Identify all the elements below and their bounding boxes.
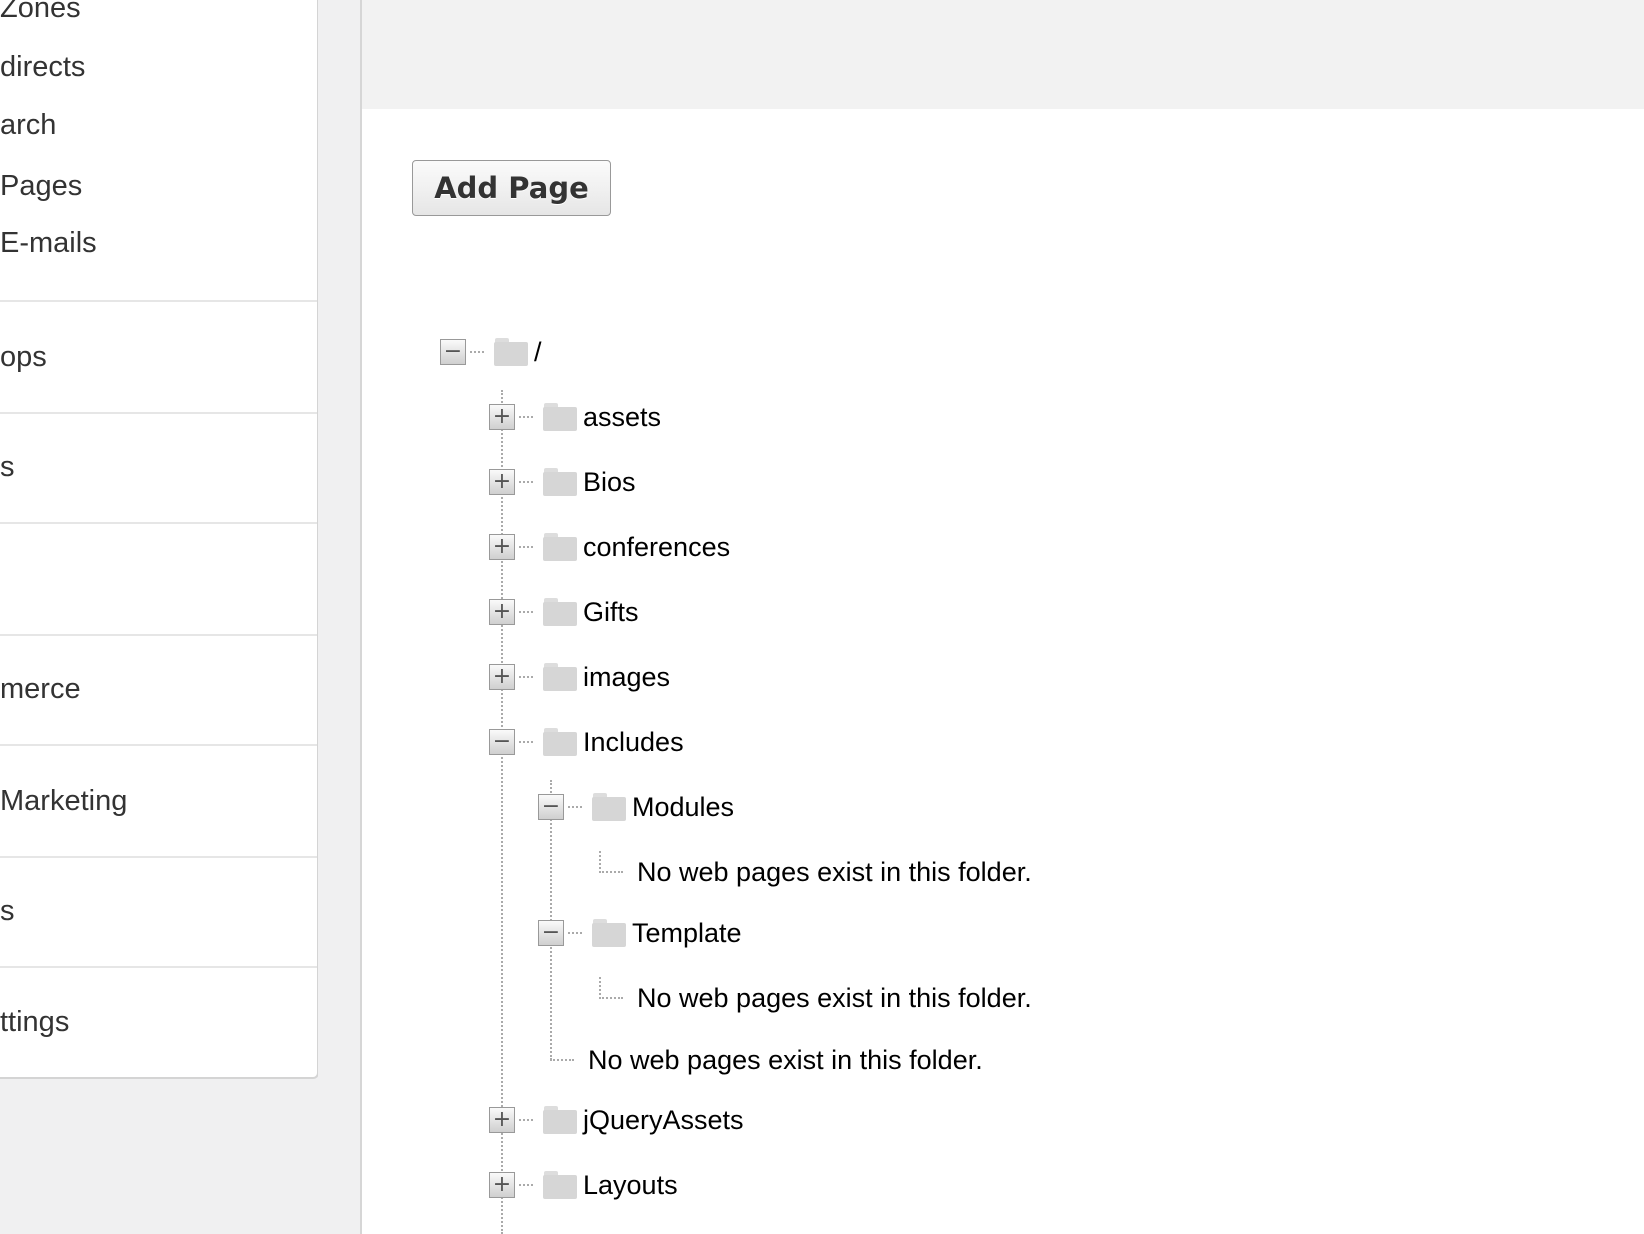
- tree-node: + conferences: [489, 527, 730, 567]
- tree-node: + Gifts: [489, 592, 639, 632]
- folder-label[interactable]: jQueryAssets: [583, 1105, 744, 1136]
- folder-icon: [592, 919, 626, 947]
- folder-icon: [494, 338, 528, 366]
- expand-icon[interactable]: +: [489, 664, 515, 690]
- tree-connector: [519, 546, 533, 548]
- sidebar-divider: [0, 966, 317, 968]
- tree-connector: [568, 932, 582, 934]
- sidebar-item[interactable]: E-mails: [0, 227, 97, 260]
- empty-folder-message: No web pages exist in this folder.: [599, 851, 1032, 892]
- folder-icon: [592, 793, 626, 821]
- tree-node: − Modules: [538, 787, 734, 827]
- expand-icon[interactable]: +: [489, 469, 515, 495]
- sidebar-divider: [0, 522, 317, 524]
- empty-folder-message: No web pages exist in this folder.: [550, 1039, 983, 1080]
- sidebar-item[interactable]: Marketing: [0, 785, 127, 818]
- sidebar-item[interactable]: s: [0, 895, 15, 928]
- expand-icon[interactable]: +: [489, 534, 515, 560]
- message-text: No web pages exist in this folder.: [637, 982, 1032, 1013]
- folder-icon: [543, 598, 577, 626]
- folder-label[interactable]: Includes: [583, 727, 684, 758]
- tree-connector: [470, 351, 484, 353]
- sidebar-item[interactable]: ops: [0, 341, 47, 374]
- sidebar-item[interactable]: Pages: [0, 170, 82, 203]
- folder-label[interactable]: /: [534, 337, 542, 368]
- main-content: Add Page − / + assets + Bios + conferences + Gift…: [362, 0, 1644, 1234]
- tree-connector: [599, 851, 623, 873]
- folder-label[interactable]: Gifts: [583, 597, 639, 628]
- collapse-icon[interactable]: −: [489, 729, 515, 755]
- folder-label[interactable]: Layouts: [583, 1170, 678, 1201]
- tree-connector: [568, 806, 582, 808]
- tree-node: + Bios: [489, 462, 636, 502]
- top-band: [362, 0, 1644, 109]
- folder-icon: [543, 468, 577, 496]
- expand-icon[interactable]: +: [489, 404, 515, 430]
- folder-label[interactable]: Modules: [632, 792, 734, 823]
- sidebar-item[interactable]: arch: [0, 109, 56, 142]
- collapse-icon[interactable]: −: [440, 339, 466, 365]
- sidebar-item[interactable]: ttings: [0, 1006, 69, 1039]
- tree-node: − /: [440, 332, 542, 372]
- tree-connector: [519, 481, 533, 483]
- folder-label[interactable]: images: [583, 662, 670, 693]
- expand-icon[interactable]: +: [489, 1172, 515, 1198]
- folder-label[interactable]: Bios: [583, 467, 636, 498]
- tree-node: + images: [489, 657, 670, 697]
- tree-node: + jQueryAssets: [489, 1100, 744, 1140]
- message-text: No web pages exist in this folder.: [637, 856, 1032, 887]
- sidebar-divider: [0, 634, 317, 636]
- message-text: No web pages exist in this folder.: [588, 1044, 983, 1075]
- tree-connector: [519, 741, 533, 743]
- tree-node: + assets: [489, 397, 661, 437]
- empty-folder-message: No web pages exist in this folder.: [599, 977, 1032, 1018]
- tree-connector: [550, 1039, 574, 1061]
- add-page-button[interactable]: Add Page: [412, 160, 611, 216]
- sidebar-divider: [0, 300, 317, 302]
- tree-connector: [519, 1119, 533, 1121]
- folder-icon: [543, 663, 577, 691]
- sidebar-item[interactable]: directs: [0, 51, 85, 84]
- tree-connector: [519, 416, 533, 418]
- tree-connector: [599, 977, 623, 999]
- folder-icon: [543, 533, 577, 561]
- tree-connector: [519, 611, 533, 613]
- tree-node: − Template: [538, 913, 742, 953]
- collapse-icon[interactable]: −: [538, 920, 564, 946]
- folder-icon: [543, 403, 577, 431]
- sidebar-item[interactable]: Zones: [0, 0, 81, 25]
- tree-connector: [519, 676, 533, 678]
- sidebar-item[interactable]: merce: [0, 673, 81, 706]
- sidebar-divider: [0, 744, 317, 746]
- tree-node: + Layouts: [489, 1165, 678, 1205]
- expand-icon[interactable]: +: [489, 599, 515, 625]
- folder-icon: [543, 1106, 577, 1134]
- folder-label[interactable]: Template: [632, 918, 742, 949]
- sidebar: Zones directs arch Pages E-mails ops s merce Mar…: [0, 0, 319, 1079]
- folder-icon: [543, 1171, 577, 1199]
- folder-label[interactable]: conferences: [583, 532, 730, 563]
- tree-connector: [519, 1184, 533, 1186]
- sidebar-gutter: [318, 0, 362, 1234]
- tree-node: − Includes: [489, 722, 684, 762]
- sidebar-divider: [0, 856, 317, 858]
- collapse-icon[interactable]: −: [538, 794, 564, 820]
- folder-icon: [543, 728, 577, 756]
- folder-label[interactable]: assets: [583, 402, 661, 433]
- expand-icon[interactable]: +: [489, 1107, 515, 1133]
- sidebar-item[interactable]: s: [0, 451, 15, 484]
- sidebar-divider: [0, 412, 317, 414]
